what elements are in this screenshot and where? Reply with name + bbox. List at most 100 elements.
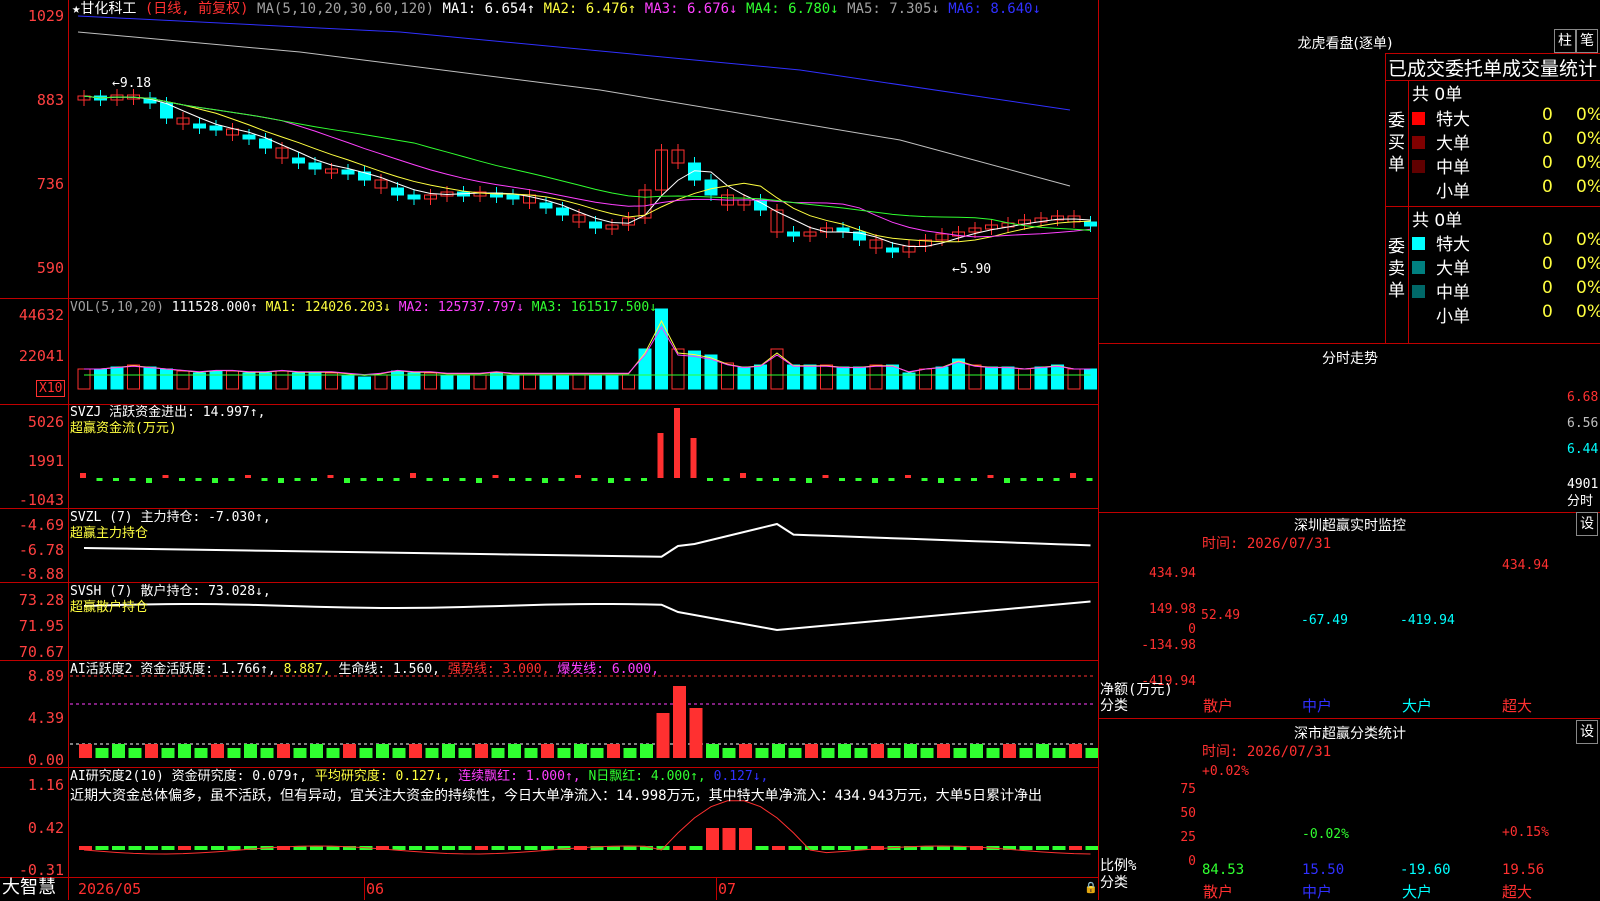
ai1-bar xyxy=(1036,744,1049,758)
svzj-bar xyxy=(377,478,383,481)
svzj-bar xyxy=(426,478,433,481)
stat-settings-button[interactable]: 设 xyxy=(1576,720,1598,744)
ai2-bar xyxy=(425,846,439,850)
ai1-bar xyxy=(706,744,719,758)
lhb-tabs[interactable]: 已成交委托单成交量统计 xyxy=(1388,54,1597,81)
lock-icon[interactable]: 🔒 xyxy=(1084,880,1098,896)
ai1-bar xyxy=(871,744,884,758)
sell-l-swatch xyxy=(1412,261,1425,274)
svzj-tick: 5026 xyxy=(27,413,64,431)
monitor-value: 434.94 xyxy=(1502,558,1549,573)
volume-bar xyxy=(160,368,173,390)
sell-count: 0 xyxy=(1542,278,1553,298)
svzj-bar xyxy=(938,478,944,483)
ai2-bar xyxy=(211,846,224,850)
svzj-bar xyxy=(723,478,730,481)
svzj-bar xyxy=(344,478,350,483)
sell-pct: 0% xyxy=(1576,278,1600,298)
svzj-bar xyxy=(162,475,169,478)
svzj-bar xyxy=(80,473,86,478)
volume-bar xyxy=(358,376,371,390)
monitor-tick: 149.98 xyxy=(1149,602,1196,617)
volume-bar xyxy=(836,366,850,390)
ai1-tick: 4.39 xyxy=(27,709,64,727)
volume-bar xyxy=(176,370,190,390)
sell-row-label: 小单 xyxy=(1436,307,1470,327)
volume-bar xyxy=(985,366,998,390)
ai1-value: 8.887, xyxy=(283,662,331,677)
svzl-tick: -8.88 xyxy=(18,565,64,583)
candle-body xyxy=(556,207,569,216)
volume-bar xyxy=(209,370,223,390)
stat-top-value: -0.02% xyxy=(1302,827,1349,842)
divider xyxy=(1098,512,1600,513)
brand-logo[interactable]: 大智慧 xyxy=(2,879,56,897)
date-divider xyxy=(716,878,717,900)
sell-row-label: 中单 xyxy=(1436,283,1470,303)
ai1-bar xyxy=(508,744,521,758)
monitor-ylabel: 净额(万元) xyxy=(1100,682,1173,698)
volume-bar xyxy=(391,370,404,390)
svzj-bar xyxy=(608,478,614,483)
divider xyxy=(1098,343,1600,344)
ai1-bar xyxy=(112,744,125,758)
ai1-bar xyxy=(524,748,538,758)
volume-bar xyxy=(589,374,602,390)
candle-body xyxy=(292,157,305,164)
ai1-bar xyxy=(1019,748,1033,758)
volume-bar xyxy=(1084,368,1097,390)
ai1-lifeline: 生命线: 1.560, xyxy=(338,662,440,677)
bar-view-button[interactable]: 柱 xyxy=(1554,29,1576,53)
ai2-bar xyxy=(128,846,142,850)
svzj-bar xyxy=(690,438,697,478)
ai1-bar xyxy=(887,748,901,758)
volume-bar xyxy=(1034,366,1048,390)
ai1-header: AI活跃度2 资金活跃度: 1.766↑, 8.887, 生命线: 1.560,… xyxy=(70,662,659,678)
ai2-bar xyxy=(458,846,472,850)
ai2-bar xyxy=(112,846,125,850)
ai1-bar xyxy=(310,744,323,758)
ai1-bar xyxy=(128,748,142,758)
ai1-bar xyxy=(904,744,917,758)
volume-bar xyxy=(803,364,817,390)
monitor-settings-button[interactable]: 设 xyxy=(1576,512,1598,536)
svzj-bar xyxy=(245,475,251,478)
ai1-bar xyxy=(227,748,241,758)
ai2-bar xyxy=(1085,846,1098,850)
svzj-bar xyxy=(113,478,119,481)
ai1-bar xyxy=(821,748,835,758)
svzj-bar xyxy=(1037,478,1043,481)
svzj-bar xyxy=(360,478,367,481)
ai2-bar xyxy=(739,828,752,850)
ai2-bar xyxy=(524,846,538,850)
buy-count: 0 xyxy=(1542,153,1553,173)
volume-bar xyxy=(457,374,470,390)
sell-pct: 0% xyxy=(1576,302,1600,322)
tick-view-button[interactable]: 笔 xyxy=(1576,29,1598,53)
volume-bar xyxy=(127,364,140,390)
ai1-bar xyxy=(178,744,191,758)
ma6-line xyxy=(77,15,1071,111)
ai1-bar xyxy=(607,744,620,758)
svzj-bar xyxy=(1053,478,1060,481)
volume-bar xyxy=(77,368,91,390)
ai1-bar xyxy=(409,744,422,758)
svzj-bar xyxy=(492,475,499,478)
ai2-bar xyxy=(145,846,158,850)
ai1-bar xyxy=(755,748,769,758)
intraday-vol-tick: 4901 xyxy=(1567,477,1599,492)
kline-chart[interactable] xyxy=(0,0,1098,900)
svzj-bar xyxy=(888,478,895,481)
volume-bar xyxy=(853,366,866,390)
stat-tick: 75 xyxy=(1180,782,1196,797)
intraday-title: 分时走势 xyxy=(1322,351,1378,367)
ai1-bar xyxy=(1003,744,1016,758)
ai2-nday: N日飘红: 4.000↑, xyxy=(588,769,706,784)
ai1-bar xyxy=(557,748,571,758)
monitor-tick: 0 xyxy=(1188,622,1196,637)
candle-body xyxy=(209,125,223,131)
svzj-bar xyxy=(954,478,961,481)
vol-value: 111528.000↑ xyxy=(171,300,258,315)
svzj-bar xyxy=(212,478,218,483)
svzj-bar xyxy=(1086,478,1093,481)
